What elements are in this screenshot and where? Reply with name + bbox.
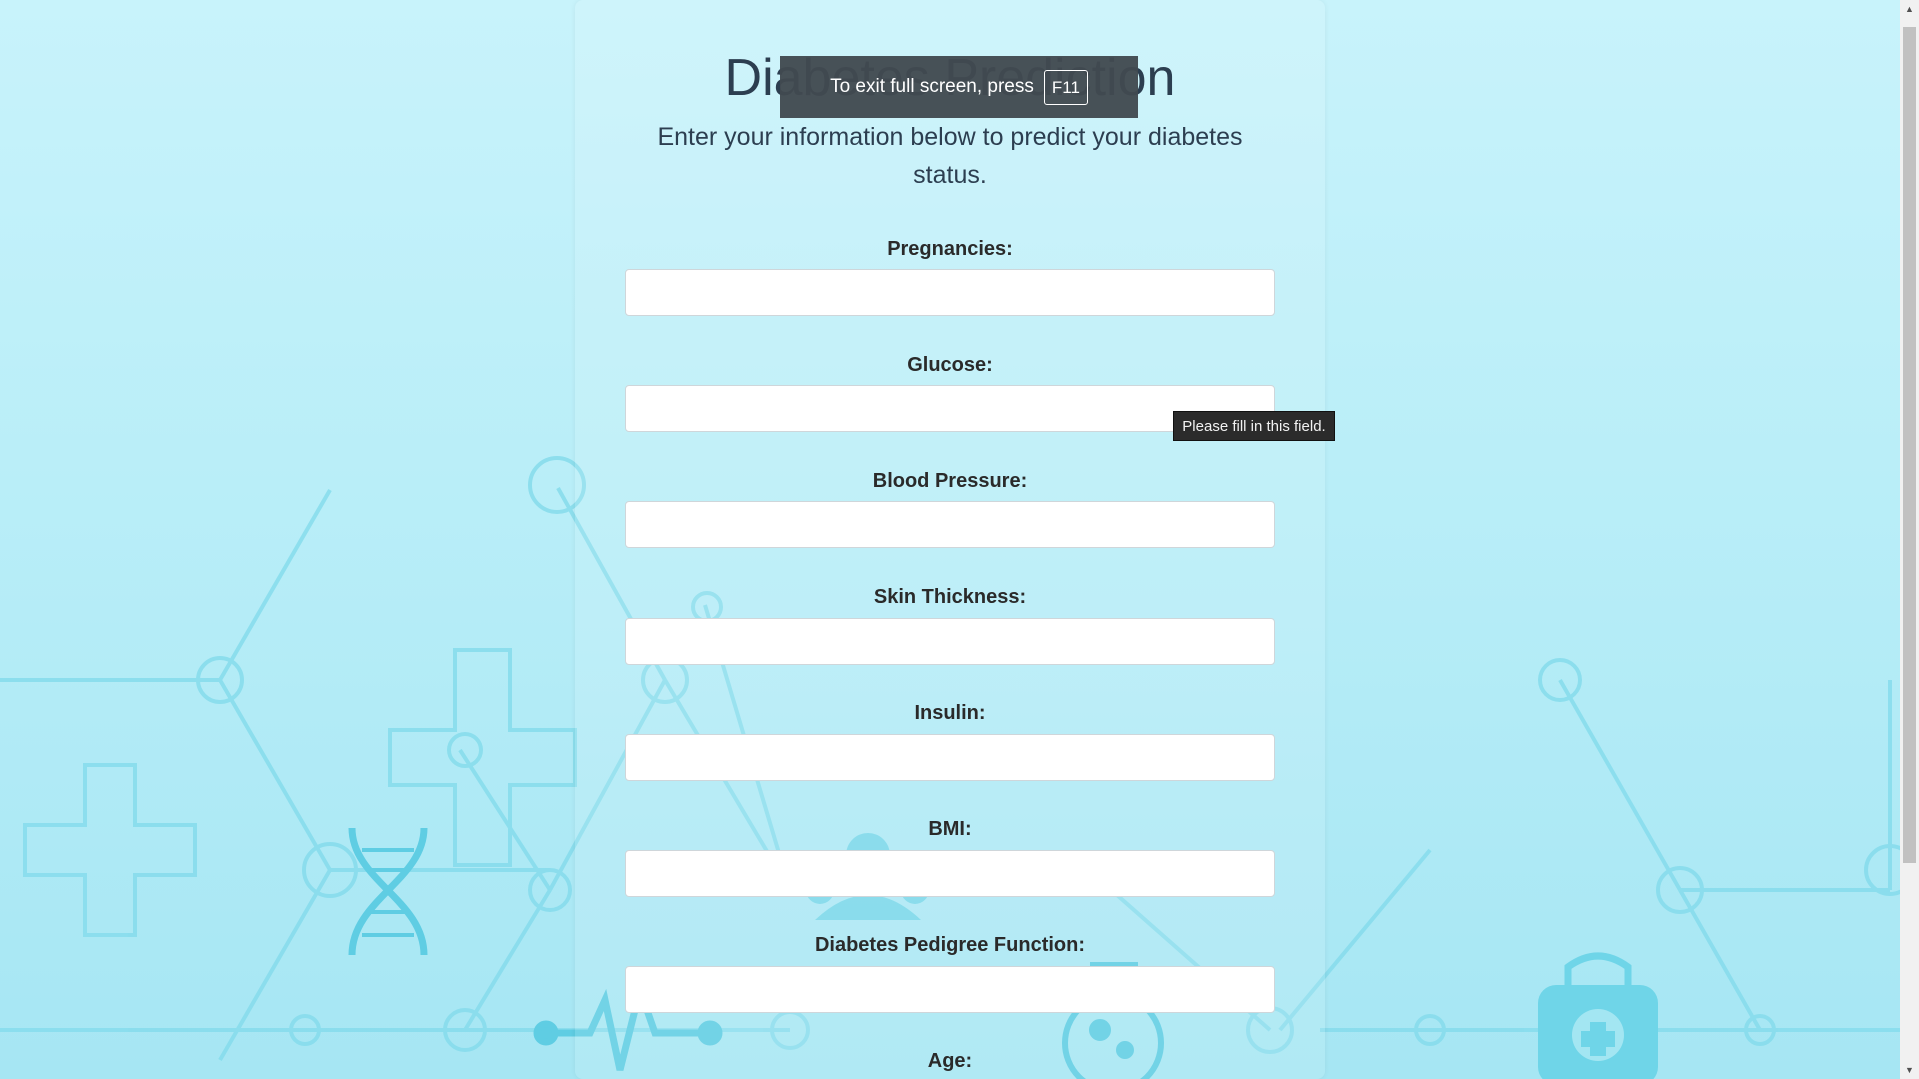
scroll-down-arrow-icon[interactable]: ▼: [1900, 1061, 1919, 1079]
blood-pressure-label: Blood Pressure:: [872, 470, 1028, 492]
pregnancies-label: Pregnancies:: [887, 238, 1013, 260]
blood-pressure-input[interactable]: [625, 501, 1275, 548]
bmi-input[interactable]: [625, 850, 1275, 897]
f11-key-badge: F11: [1043, 69, 1088, 105]
fullscreen-exit-toast: To exit full screen, press F11: [780, 56, 1138, 118]
bmi-label: BMI:: [928, 818, 972, 840]
vertical-scrollbar[interactable]: ▲ ▼: [1900, 0, 1919, 1079]
pregnancies-input[interactable]: [625, 269, 1275, 316]
dna-icon: [348, 827, 428, 956]
page-viewport: Diabetes Prediction Enter your informati…: [0, 0, 1900, 1079]
medical-kit-icon: [1538, 952, 1658, 1079]
diabetes-pedigree-function-input[interactable]: [625, 966, 1275, 1013]
fullscreen-toast-text: To exit full screen, press: [830, 76, 1034, 97]
glucose-label: Glucose:: [907, 354, 993, 376]
page-subtitle: Enter your information below to predict …: [657, 123, 1243, 189]
insulin-input[interactable]: [625, 734, 1275, 781]
skin-thickness-label: Skin Thickness:: [873, 586, 1027, 608]
scrollbar-thumb[interactable]: [1903, 27, 1916, 863]
skin-thickness-input[interactable]: [625, 618, 1275, 665]
age-label: Age:: [927, 1050, 973, 1072]
diabetes-pedigree-function-label: Diabetes Pedigree Function:: [814, 934, 1086, 956]
scroll-up-arrow-icon[interactable]: ▲: [1900, 0, 1919, 18]
insulin-label: Insulin:: [914, 702, 986, 724]
validation-tooltip: Please fill in this field.: [1173, 411, 1335, 441]
